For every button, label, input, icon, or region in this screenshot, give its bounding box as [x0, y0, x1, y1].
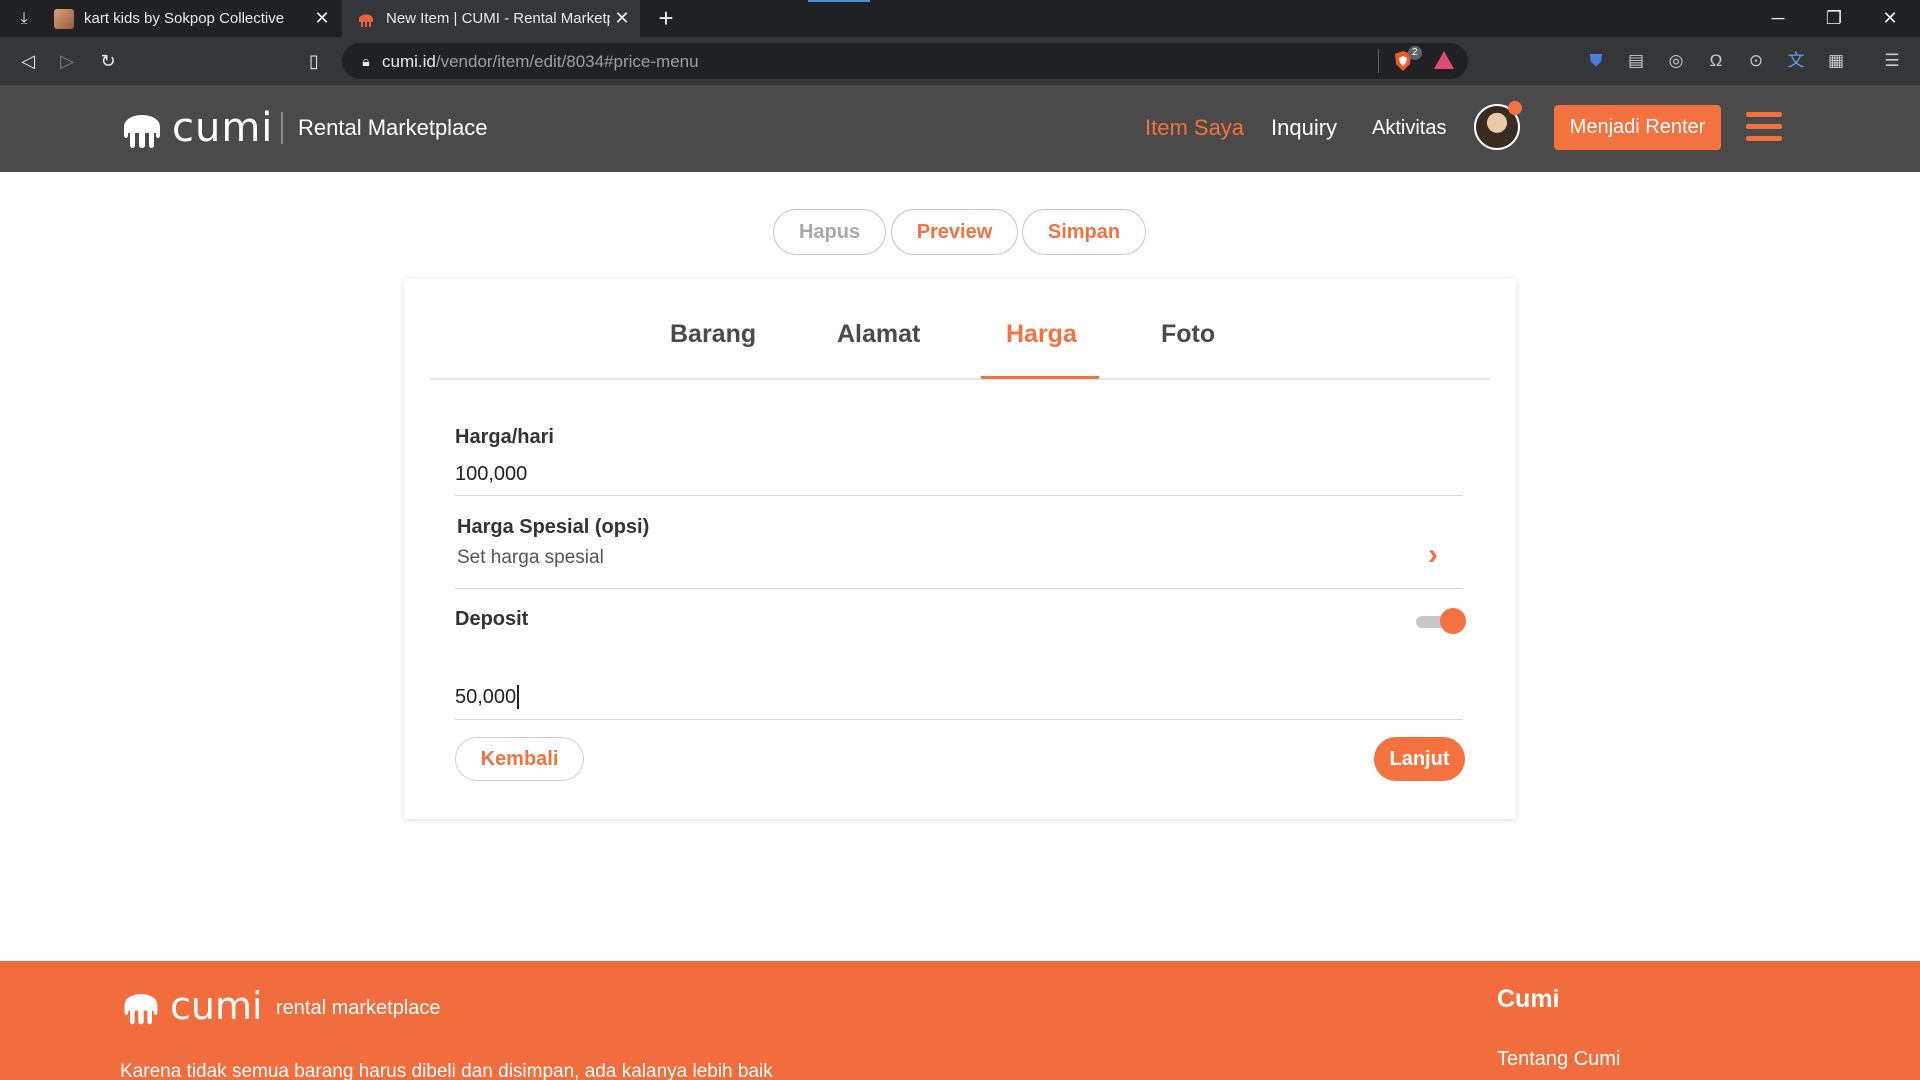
- text-cursor: [517, 685, 519, 709]
- tabs-divider: [430, 378, 1490, 380]
- nav-aktivitas[interactable]: Aktivitas: [1372, 117, 1446, 140]
- footer-link-about[interactable]: Tentang Cumi: [1497, 1048, 1620, 1071]
- deposit-input[interactable]: 50,000: [455, 686, 516, 709]
- active-tab-indicator: [981, 376, 1099, 379]
- grid-extension-icon[interactable]: ▦: [1824, 49, 1848, 73]
- tab-favicon-icon: [359, 14, 373, 27]
- footer-tagline: rental marketplace: [276, 997, 441, 1019]
- omega-icon[interactable]: Ω: [1704, 49, 1728, 73]
- preview-button[interactable]: Preview: [891, 209, 1018, 255]
- delete-button[interactable]: Hapus: [773, 209, 886, 255]
- nav-inquiry[interactable]: Inquiry: [1271, 115, 1337, 141]
- tab-harga[interactable]: Harga: [1006, 320, 1077, 349]
- chevron-right-icon[interactable]: ›: [1428, 540, 1446, 570]
- new-tab-icon[interactable]: +: [652, 4, 680, 32]
- address-bar[interactable]: 🔒︎ cumi.id/vendor/item/edit/8034#price-m…: [342, 43, 1468, 79]
- price-per-day-label: Harga/hari: [455, 426, 554, 448]
- tab-barang[interactable]: Barang: [670, 320, 756, 349]
- notification-dot: [1508, 101, 1522, 115]
- site-subtitle: Rental Marketplace: [298, 115, 488, 140]
- field-divider: [455, 588, 1463, 589]
- site-footer: cumi rental marketplace Karena tidak sem…: [0, 961, 1920, 1080]
- brave-rewards-icon[interactable]: [1434, 51, 1454, 69]
- footer-column-title: Cumi: [1497, 985, 1560, 1013]
- shield-count-badge: 2: [1408, 46, 1422, 60]
- save-button[interactable]: Simpan: [1022, 209, 1146, 255]
- browser-tab-active[interactable]: New Item | CUMI - Rental Marketp ✕: [342, 0, 640, 37]
- footer-description: Karena tidak semua barang harus dibeli d…: [120, 1061, 773, 1080]
- bookmark-icon[interactable]: ▯: [302, 49, 326, 73]
- cumi-logo[interactable]: cumi: [118, 105, 273, 151]
- footer-brand-wordmark: cumi: [170, 984, 263, 1028]
- bitwarden-icon[interactable]: ⛊: [1584, 49, 1608, 73]
- deposit-label: Deposit: [455, 608, 529, 630]
- header-divider: [281, 112, 283, 144]
- browser-toolbar: ◁ ▷ ↻ ▯ 🔒︎ cumi.id/vendor/item/edit/8034…: [0, 37, 1920, 85]
- special-price-label[interactable]: Harga Spesial (opsi): [457, 516, 649, 539]
- tab-favicon-icon: [54, 8, 74, 29]
- browser-tab[interactable]: kart kids by Sokpop Collective ✕: [40, 0, 340, 37]
- browser-tab-bar: ⤓ kart kids by Sokpop Collective ✕ New I…: [0, 0, 1920, 37]
- footer-logo[interactable]: cumi: [118, 985, 263, 1027]
- tab-close-icon[interactable]: ✕: [310, 8, 334, 29]
- hamburger-menu-icon[interactable]: [1746, 112, 1782, 142]
- nav-item-saya[interactable]: Item Saya: [1145, 115, 1244, 141]
- tab-alamat[interactable]: Alamat: [837, 320, 920, 349]
- price-per-day-input[interactable]: 100,000: [455, 463, 527, 486]
- toggle-knob: [1440, 608, 1466, 634]
- field-divider: [455, 719, 1463, 720]
- lock-icon: 🔒︎: [362, 53, 370, 69]
- download-icon[interactable]: ⤓: [14, 9, 34, 29]
- forward-icon[interactable]: ▷: [55, 49, 79, 73]
- back-icon[interactable]: ◁: [16, 49, 40, 73]
- minimize-icon[interactable]: ─: [1750, 0, 1806, 37]
- restore-icon[interactable]: ❐: [1806, 0, 1862, 37]
- address-separator: [1378, 49, 1379, 73]
- next-button[interactable]: Lanjut: [1374, 737, 1465, 781]
- tab-title: New Item | CUMI - Rental Marketp: [386, 10, 610, 27]
- lightbulb-icon[interactable]: ◎: [1664, 49, 1688, 73]
- tab-foto[interactable]: Foto: [1161, 320, 1215, 349]
- brand-wordmark: cumi: [172, 105, 274, 151]
- tab-title: kart kids by Sokpop Collective: [84, 10, 285, 27]
- extension-off-icon[interactable]: ▤: [1624, 49, 1648, 73]
- check-circle-icon[interactable]: ⊙: [1744, 49, 1768, 73]
- close-window-icon[interactable]: ✕: [1862, 0, 1918, 37]
- menu-icon[interactable]: ☰: [1880, 49, 1904, 73]
- reload-icon[interactable]: ↻: [96, 49, 120, 73]
- field-divider: [455, 495, 1463, 496]
- url-text: cumi.id/vendor/item/edit/8034#price-menu: [382, 52, 699, 71]
- tab-close-icon[interactable]: ✕: [610, 8, 634, 29]
- special-price-hint[interactable]: Set harga spesial: [457, 547, 604, 569]
- translate-icon[interactable]: 文: [1784, 49, 1808, 73]
- become-renter-button[interactable]: Menjadi Renter: [1554, 105, 1721, 150]
- octopus-logo-icon: [124, 994, 158, 1025]
- back-button[interactable]: Kembali: [455, 737, 584, 781]
- site-header: cumi Rental Marketplace Item Saya Inquir…: [0, 85, 1920, 172]
- tab-indicator: [808, 0, 870, 2]
- deposit-toggle[interactable]: [1414, 608, 1466, 634]
- octopus-logo-icon: [124, 115, 160, 148]
